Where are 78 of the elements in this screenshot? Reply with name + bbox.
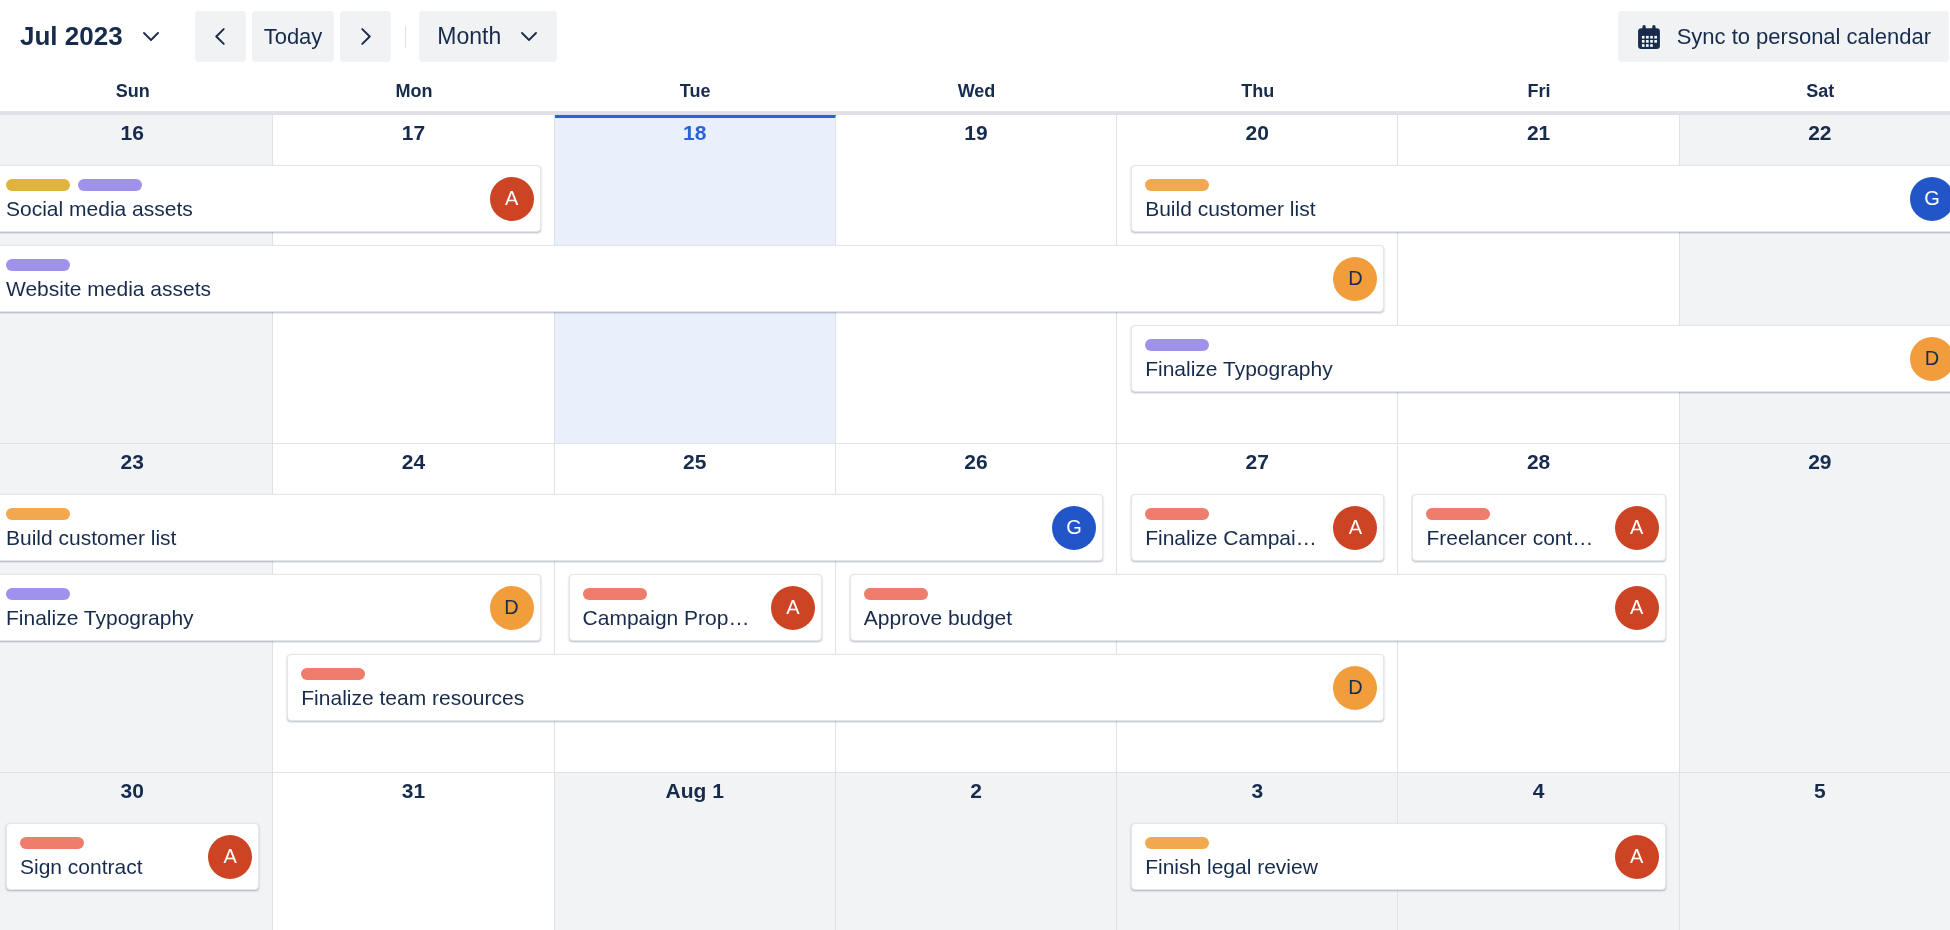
day-number: 19 <box>964 121 988 145</box>
day-number: 20 <box>1245 121 1269 145</box>
event-title: Campaign Prop… <box>582 605 751 630</box>
sync-button[interactable]: Sync to personal calendar <box>1617 11 1949 62</box>
assignee-avatar: A <box>1614 585 1659 630</box>
day-number: 3 <box>1251 779 1264 803</box>
assignee-avatar: D <box>1910 336 1950 381</box>
day-number: 18 <box>683 121 707 145</box>
assignee-avatar: A <box>208 834 253 879</box>
event-title: Freelancer cont… <box>1426 525 1595 550</box>
event-title: Sign contract <box>20 854 144 879</box>
assignee-avatar: A <box>1333 505 1378 550</box>
view-dropdown[interactable]: Month <box>419 11 558 62</box>
event-card[interactable]: Finalize Typography D <box>1131 325 1950 392</box>
event-title: Finalize Campai… <box>1145 525 1318 550</box>
event-title: Finalize Typography <box>6 605 195 630</box>
assignee-avatar: D <box>1333 256 1378 301</box>
event-card[interactable]: Campaign Prop… A <box>568 574 822 641</box>
assignee-avatar: A <box>770 585 815 630</box>
event-title: Website media assets <box>6 276 213 301</box>
day-number: 21 <box>1526 121 1551 145</box>
next-button[interactable] <box>340 11 392 62</box>
day-number: 29 <box>1808 450 1832 474</box>
chevron-right-icon <box>360 28 371 45</box>
calendar-icon <box>1637 24 1660 49</box>
day-number: 4 <box>1532 779 1545 803</box>
assignee-avatar: A <box>1614 505 1659 550</box>
event-title: Social media assets <box>6 196 194 221</box>
chevron-down-icon <box>142 32 159 41</box>
event-card[interactable]: Finalize Typography D <box>0 574 541 641</box>
event-card[interactable]: Finalize team resources D <box>287 654 1385 721</box>
day-number: 24 <box>401 450 426 474</box>
day-number: 31 <box>401 779 426 803</box>
weekday-label: Thu <box>1241 80 1275 102</box>
event-card[interactable]: Social media assets A <box>0 165 541 232</box>
assignee-avatar: A <box>1614 834 1659 879</box>
assignee-avatar: A <box>489 176 534 221</box>
weekday-label: Mon <box>395 80 433 102</box>
event-card[interactable]: Finalize Campai… A <box>1131 494 1385 561</box>
day-number: 26 <box>964 450 988 474</box>
event-card[interactable]: Approve budget A <box>849 574 1666 641</box>
weekday-label: Sat <box>1806 80 1835 102</box>
event-card[interactable]: Build customer list G <box>0 494 1104 561</box>
event-title: Approve budget <box>863 605 1014 630</box>
day-number: 5 <box>1814 779 1826 803</box>
assignee-avatar: G <box>1052 505 1097 550</box>
event-title: Finish legal review <box>1145 854 1319 879</box>
day-number: 30 <box>120 779 144 803</box>
month-picker[interactable]: Jul 2023 <box>20 11 159 62</box>
event-card[interactable]: Sign contract A <box>6 823 260 890</box>
previous-button[interactable] <box>194 11 246 62</box>
event-title: Build customer list <box>1145 196 1317 221</box>
day-number: Aug 1 <box>665 779 724 803</box>
weekday-label: Tue <box>679 80 711 102</box>
weekday-label: Sun <box>115 80 150 102</box>
weekday-label: Fri <box>1527 80 1551 102</box>
day-number: 17 <box>401 121 426 145</box>
event-card[interactable]: Freelancer cont… A <box>1412 494 1666 561</box>
day-number: 28 <box>1526 450 1551 474</box>
day-number: 16 <box>120 121 144 145</box>
event-card[interactable]: Build customer list G <box>1131 165 1950 232</box>
day-number: 2 <box>970 779 982 803</box>
assignee-avatar: D <box>1333 665 1378 710</box>
assignee-avatar: G <box>1910 176 1950 221</box>
day-number: 27 <box>1245 450 1269 474</box>
event-title: Finalize Typography <box>1145 356 1334 381</box>
day-number: 22 <box>1808 121 1832 145</box>
assignee-avatar: D <box>489 585 534 630</box>
today-button[interactable]: Today <box>251 11 335 62</box>
day-number: 23 <box>120 450 144 474</box>
weekday-label: Wed <box>957 80 996 102</box>
chevron-left-icon <box>215 28 226 45</box>
chevron-down-icon <box>521 32 538 41</box>
event-card[interactable]: Finish legal review A <box>1131 823 1666 890</box>
event-card[interactable]: Website media assets D <box>0 245 1385 312</box>
day-number: 25 <box>683 450 707 474</box>
event-title: Finalize team resources <box>301 685 526 710</box>
event-title: Build customer list <box>6 525 178 550</box>
